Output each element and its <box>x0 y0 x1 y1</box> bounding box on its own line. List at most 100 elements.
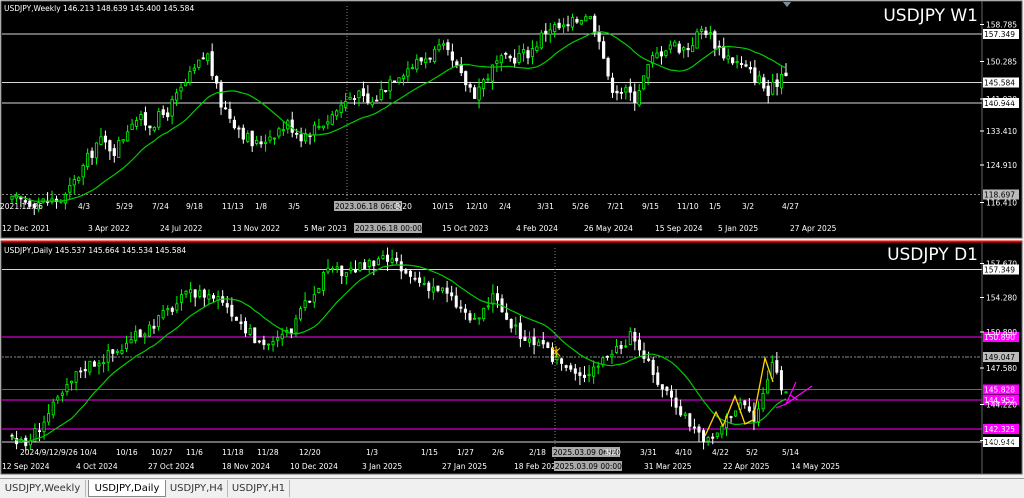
candle-body <box>541 340 545 345</box>
x-tick-label-top: 1/3 <box>366 448 378 457</box>
candle-body <box>686 47 690 51</box>
candle-body <box>546 342 550 349</box>
candle-body <box>670 390 674 398</box>
candle-body <box>677 43 681 53</box>
candle-body <box>587 373 591 376</box>
candle-body <box>771 81 775 95</box>
x-tick-label-top: 9/18 <box>186 202 203 211</box>
candle-body <box>143 112 148 126</box>
x-tick-label-bottom: 26 May 2024 <box>584 224 633 233</box>
candle-body <box>358 262 362 272</box>
candle-body <box>674 397 678 408</box>
tab-usdjpy-daily[interactable]: USDJPY,Daily <box>88 480 166 497</box>
candle-body <box>344 272 348 277</box>
candle-body <box>697 426 701 433</box>
candle-body <box>321 125 325 129</box>
candle-body <box>193 289 197 298</box>
x-tick-label-bottom: 12 Dec 2021 <box>2 224 50 233</box>
candle-body <box>633 91 637 103</box>
tab-usdjpy-weekly[interactable]: USDJPY,Weekly <box>0 480 86 497</box>
x-tick-label-top: 1/8 <box>255 202 267 211</box>
candle-body <box>743 400 747 406</box>
x-tick-label-top: 4/22 <box>712 448 729 457</box>
candle-body <box>232 119 237 129</box>
x-tick-label-top: 5/29 <box>116 202 133 211</box>
candle-body <box>708 32 712 34</box>
candle-body <box>317 288 321 294</box>
x-tick-label-bottom: 2025.03.09 00:00 <box>555 462 622 471</box>
candle-body <box>97 362 101 367</box>
candle-body <box>37 430 41 433</box>
candle-body <box>775 360 779 373</box>
candle-body <box>505 312 509 320</box>
candle-body <box>308 135 312 138</box>
candle-body <box>477 317 481 320</box>
candle-body <box>295 132 299 135</box>
candle-body <box>722 46 726 59</box>
candle-body <box>56 396 60 401</box>
candle-body <box>312 124 317 136</box>
candle-body <box>495 60 499 64</box>
candle-body <box>610 77 615 93</box>
y-tick-label: 133.410 <box>986 127 1017 136</box>
candle-body <box>454 295 458 308</box>
chart-header-ohlc: USDJPY,Weekly 146.213 148.639 145.400 14… <box>4 4 194 13</box>
candle-body <box>189 289 193 294</box>
candle-body <box>706 437 710 442</box>
candle-body <box>415 58 419 70</box>
candle-body <box>410 67 414 69</box>
candle-body <box>339 104 343 113</box>
candle-body <box>711 436 715 439</box>
candle-body <box>766 379 770 394</box>
candle-body <box>321 272 325 291</box>
candle-body <box>326 267 330 273</box>
candle-body <box>521 49 526 54</box>
candle-body <box>183 81 188 87</box>
candle-body <box>637 90 641 106</box>
candle-body <box>370 101 374 106</box>
x-tick-label-bottom: 27 Jan 2025 <box>442 462 487 471</box>
candle-body <box>784 72 788 77</box>
x-tick-label-top: 3/2 <box>742 202 754 211</box>
candle-body <box>376 258 380 266</box>
candle-body <box>277 128 281 137</box>
candle-body <box>272 137 277 140</box>
price-tag-label: 145.584 <box>984 79 1015 88</box>
x-tick-label-top: 3/31 <box>537 202 554 211</box>
candle-body <box>130 123 134 130</box>
candle-body <box>692 426 696 429</box>
candle-body <box>459 64 463 74</box>
candle-body <box>215 76 219 84</box>
candle-body <box>179 294 183 303</box>
candle-body <box>47 413 51 423</box>
candle-body <box>441 287 445 292</box>
candle-body <box>775 79 779 87</box>
price-tag-label: 157.349 <box>984 30 1015 39</box>
candle-body <box>427 282 431 291</box>
candle-body <box>179 86 183 92</box>
candle-body <box>633 331 637 342</box>
candle-body <box>308 300 312 303</box>
x-tick-label-bottom: 5 Mar 2023 <box>304 224 347 233</box>
tab-usdjpy-h4[interactable]: USDJPY,H4 <box>166 480 228 497</box>
candle-body <box>206 53 210 61</box>
candle-body <box>88 360 92 373</box>
candle-body <box>514 324 518 327</box>
tab-usdjpy-h1[interactable]: USDJPY,H1 <box>228 480 290 497</box>
candle-body <box>544 30 548 34</box>
candle-body <box>148 125 152 129</box>
y-tick-label: 154.280 <box>986 294 1017 303</box>
x-tick-label-bottom: 3 Jan 2025 <box>362 462 402 471</box>
candle-body <box>441 43 446 46</box>
candle-body <box>399 261 403 272</box>
candle-body <box>379 88 383 100</box>
candle-body <box>726 55 730 60</box>
candle-body <box>431 286 435 293</box>
charts-svg[interactable]: 157.349145.584140.944118.697158.785150.2… <box>0 0 1024 478</box>
y-tick-label: 141.920 <box>986 95 1017 104</box>
candle-body <box>79 370 83 373</box>
candle-body <box>619 91 624 94</box>
candle-body <box>597 32 601 42</box>
charts-area[interactable]: 157.349 145.584 140.944 118.697 158.785 150.2… <box>0 0 1024 478</box>
y-tick-label: 150.890 <box>986 328 1017 337</box>
